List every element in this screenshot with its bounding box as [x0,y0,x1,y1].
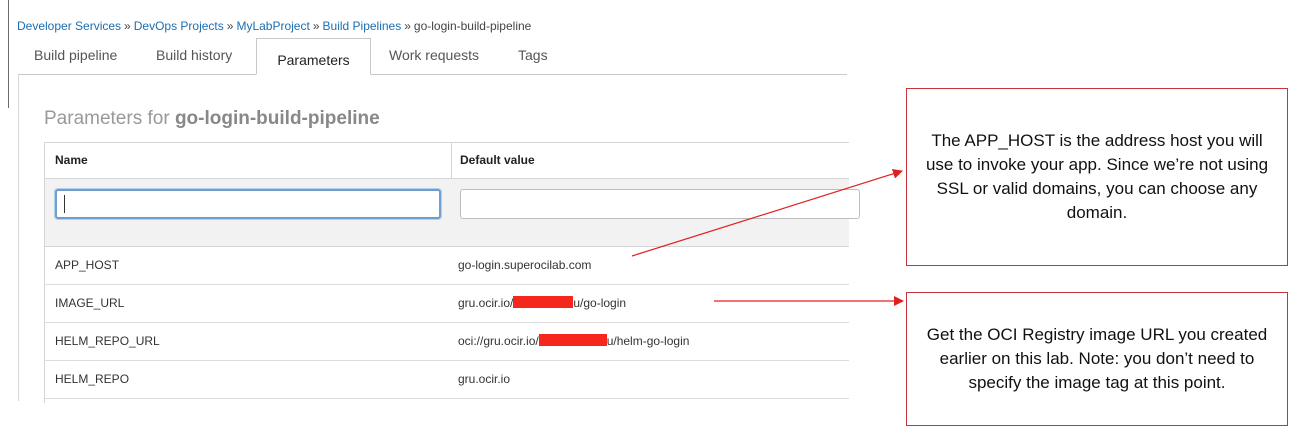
tab-build-pipeline[interactable]: Build pipeline [34,38,117,74]
param-value: go-login.superocilab.com [458,258,592,272]
breadcrumb-separator: » [124,19,131,33]
callout-app-host: The APP_HOST is the address host you wil… [906,88,1288,266]
breadcrumb-developer-services[interactable]: Developer Services [17,19,121,33]
breadcrumb-separator: » [404,19,411,33]
callout-image-url: Get the OCI Registry image URL you creat… [906,292,1288,426]
breadcrumb-separator: » [312,19,320,33]
breadcrumb: Developer Services» DevOps Projects» MyLab… [17,19,531,33]
param-name: IMAGE_URL [55,296,125,310]
redaction-box [538,334,607,346]
param-value-suffix: u/go-login [573,296,627,310]
section-title-prefix: Parameters for [44,108,170,129]
callout-app-host-text: The APP_HOST is the address host you wil… [925,131,1269,222]
param-name: APP_HOST [55,258,120,272]
param-value: oci://gru.ocir.io/u/helm-go-login [458,323,689,360]
table-row[interactable]: IMAGE_URL gru.ocir.io/u/go-login [45,285,849,323]
default-value-filter-input[interactable] [460,189,860,219]
parameters-table: Name Default value APP_HOST go-login.sup… [44,142,860,403]
tab-tags[interactable]: Tags [518,38,548,74]
breadcrumb-devops-projects[interactable]: DevOps Projects [134,19,224,33]
app-frame: Developer Services» DevOps Projects» MyLab… [8,0,860,441]
tab-parameters[interactable]: Parameters [256,38,371,75]
param-value-prefix: oci://gru.ocir.io/ [458,334,539,348]
column-header-default-value[interactable]: Default value [460,143,535,178]
section-title: Parameters for go-login-build-pipeline [44,108,380,130]
text-caret [64,195,65,213]
tab-work-requests[interactable]: Work requests [389,38,479,74]
name-filter-input[interactable] [55,189,441,219]
param-value: gru.ocir.io [458,372,511,386]
breadcrumb-separator: » [226,19,234,33]
table-row[interactable]: HELM_REPO gru.ocir.io [45,361,849,399]
section-title-pipeline-name: go-login-build-pipeline [174,108,380,129]
filter-row [45,179,860,247]
table-row[interactable]: HELM_REPO_URL oci://gru.ocir.io/u/helm-g… [45,323,849,361]
column-divider [451,143,452,178]
tab-bar: Build pipeline Build history Parameters … [18,38,847,75]
tab-build-history[interactable]: Build history [156,38,232,74]
breadcrumb-mylabproject[interactable]: MyLabProject [236,19,309,33]
param-name: HELM_REPO [55,372,130,386]
redaction-box [513,296,574,308]
breadcrumb-current: go-login-build-pipeline [413,19,532,33]
table-row[interactable]: APP_HOST go-login.superocilab.com [45,247,849,285]
param-value-suffix: u/helm-go-login [606,334,690,348]
param-name: HELM_REPO_URL [55,334,160,348]
param-value-prefix: gru.ocir.io/ [458,296,514,310]
param-value: gru.ocir.io/u/go-login [458,285,626,322]
callout-image-url-text: Get the OCI Registry image URL you creat… [926,325,1268,392]
content-border [18,75,19,401]
table-header: Name Default value [45,143,849,179]
breadcrumb-build-pipelines[interactable]: Build Pipelines [323,19,402,33]
column-header-name[interactable]: Name [55,143,88,178]
